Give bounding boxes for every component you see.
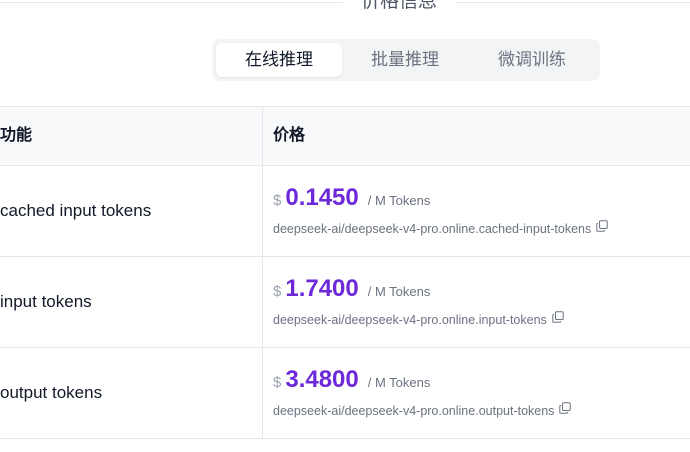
model-id-line: deepseek-ai/deepseek-v4-pro.online.cache… bbox=[273, 220, 608, 237]
price-amount: 3.4800 bbox=[285, 366, 359, 393]
model-id-text: deepseek-ai/deepseek-v4-pro.online.input… bbox=[273, 313, 547, 327]
copy-icon[interactable] bbox=[552, 311, 564, 326]
price-unit: / M Tokens bbox=[367, 193, 431, 208]
price-amount: 1.7400 bbox=[285, 275, 359, 302]
pricing-table: 功能 价格 cached input tokens $0.1450 / M Tok… bbox=[0, 106, 690, 439]
tab-online-inference[interactable]: 在线推理 bbox=[216, 43, 342, 77]
currency-symbol: $ bbox=[273, 192, 282, 209]
column-divider bbox=[262, 348, 263, 438]
section-title: 价格信息 bbox=[343, 0, 456, 14]
copy-icon[interactable] bbox=[559, 402, 572, 417]
header-price: 价格 bbox=[273, 127, 306, 144]
feature-cell: output tokens bbox=[0, 383, 103, 402]
table-row: input tokens $1.7400 / M Tokens deepseek-… bbox=[0, 257, 690, 348]
table-row: cached input tokens $0.1450 / M Tokens de… bbox=[0, 166, 690, 257]
column-divider bbox=[262, 257, 263, 347]
table-header: 功能 价格 bbox=[0, 106, 690, 166]
pricing-tabs: 在线推理 批量推理 微调训练 bbox=[212, 39, 600, 81]
price-amount: 0.1450 bbox=[285, 184, 359, 211]
column-divider bbox=[262, 166, 263, 256]
tab-fine-tuning[interactable]: 微调训练 bbox=[468, 43, 596, 77]
currency-symbol: $ bbox=[273, 283, 282, 300]
price-cell: $1.7400 / M Tokens bbox=[273, 275, 430, 305]
tab-batch-inference[interactable]: 批量推理 bbox=[342, 43, 468, 77]
feature-cell: cached input tokens bbox=[0, 201, 152, 220]
price-cell: $0.1450 / M Tokens bbox=[273, 184, 430, 214]
copy-icon[interactable] bbox=[596, 220, 608, 235]
currency-symbol: $ bbox=[273, 374, 282, 391]
model-id-line: deepseek-ai/deepseek-v4-pro.online.input… bbox=[273, 311, 564, 328]
price-cell: $3.4800 / M Tokens bbox=[273, 366, 430, 396]
model-id-text: deepseek-ai/deepseek-v4-pro.online.outpu… bbox=[273, 404, 555, 418]
table-row: output tokens $3.4800 / M Tokens deepseek… bbox=[0, 348, 690, 439]
header-feature: 功能 bbox=[0, 127, 33, 144]
price-unit: / M Tokens bbox=[367, 284, 431, 299]
model-id-text: deepseek-ai/deepseek-v4-pro.online.cache… bbox=[273, 222, 592, 236]
column-divider bbox=[262, 107, 263, 165]
model-id-line: deepseek-ai/deepseek-v4-pro.online.outpu… bbox=[273, 402, 572, 419]
price-unit: / M Tokens bbox=[367, 375, 431, 390]
feature-cell: input tokens bbox=[0, 292, 92, 311]
